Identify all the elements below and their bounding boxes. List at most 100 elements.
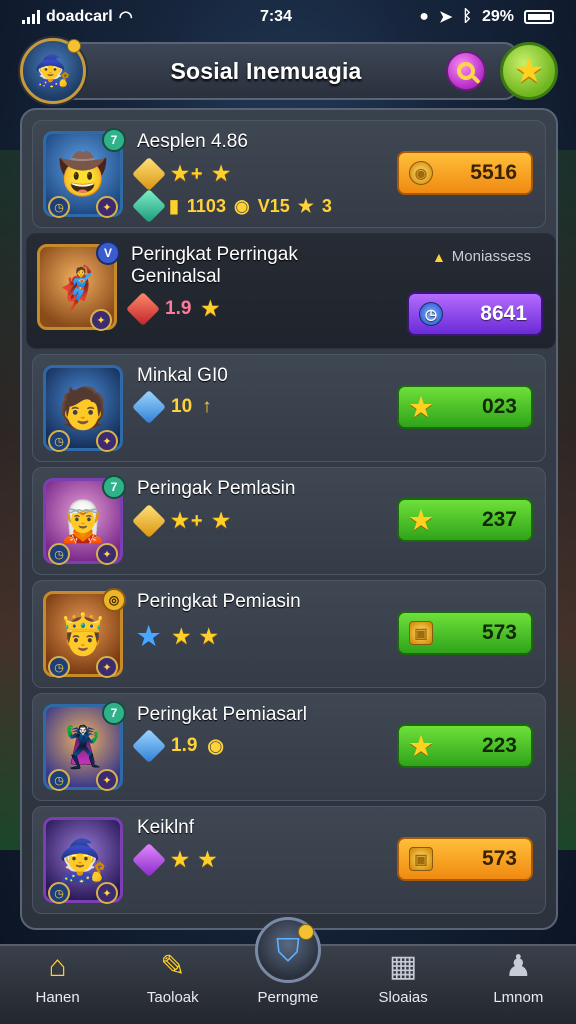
- favorites-button[interactable]: ★: [500, 42, 558, 100]
- gold-gem-icon: [132, 156, 166, 191]
- profile-icon: ♟: [504, 950, 532, 983]
- player-avatar: 🦸 V ✦: [37, 241, 120, 331]
- resource-count: 1103: [186, 195, 226, 216]
- score-button[interactable]: ▣ 573: [397, 611, 533, 655]
- hero-portrait-icon: 🧙: [34, 54, 72, 88]
- leaderboard-row-highlighted[interactable]: 🦸 V ✦ Peringkat Perringak Geninalsal 1.9…: [26, 233, 556, 349]
- star-icon: ★: [297, 195, 314, 216]
- carrier-label: doadcarl: [46, 8, 113, 25]
- level-badge-icon: 7: [102, 701, 126, 725]
- score-button[interactable]: ★ 237: [397, 498, 533, 542]
- score-button[interactable]: ◉ 5516: [397, 151, 533, 195]
- clock-badge-icon: ◷: [48, 882, 70, 904]
- star-icon: ★: [409, 391, 433, 422]
- header: 🧙 Sosial Inemuagia ★: [20, 38, 558, 104]
- hero-portrait-icon: 🧝: [58, 499, 108, 544]
- score-value: 573: [481, 621, 517, 644]
- star-icon: ★: [513, 52, 545, 90]
- camera-icon: ●: [419, 8, 429, 25]
- leaderboard-row[interactable]: 🧙 ◷ ✦ Keiklnf ★ ★ ▣ 573: [32, 806, 546, 914]
- player-avatar: 🤠 7 ◷ ✦: [43, 128, 126, 218]
- clock-badge-icon: ◷: [48, 656, 70, 678]
- player-name: Minkal GI0: [137, 365, 228, 386]
- player-name: Keiklnf: [137, 817, 195, 838]
- score-button[interactable]: ▣ 573: [397, 837, 533, 881]
- coin-icon: ◉: [207, 735, 225, 757]
- leaderboard-row[interactable]: 🤴 ◎ ◷ ✦ Peringkat Pemiasin ★ ★ ★ ▣ 573: [32, 580, 546, 688]
- hero-portrait-icon: 🧑: [58, 386, 108, 431]
- player-name: Aesplen 4.86: [137, 131, 248, 152]
- status-icons: ● ➤ ᛒ 29%: [419, 7, 554, 27]
- player-resources: ▮ 1103 ◉ V15 ★ 3: [132, 189, 533, 223]
- level-badge-icon: 7: [102, 128, 126, 152]
- status-bar: doadcarl ◠ 7:34 ● ➤ ᛒ 29%: [0, 0, 576, 34]
- blue-gem-icon: [132, 729, 166, 763]
- coin-icon: ◉: [233, 195, 250, 216]
- nav-ranking-label: Perngme: [257, 989, 319, 1006]
- gift-box-icon: ▣: [409, 847, 433, 871]
- clock-badge-icon: ◷: [48, 769, 70, 791]
- purple-gem-icon: [132, 842, 166, 877]
- clock-badge-icon: ◷: [48, 196, 70, 218]
- rating-star-icon: ★: [201, 298, 222, 320]
- leaderboard-row[interactable]: 🦹 7 ◷ ✦ Peringkat Pemiasarl 1.9 ◉ ★ 223: [32, 693, 546, 801]
- hero-portrait-icon: 🧙: [58, 838, 108, 883]
- search-icon: [457, 62, 475, 80]
- battery-icon: [524, 10, 554, 24]
- bluetooth-icon: ᛒ: [462, 8, 472, 25]
- clock: 7:34: [259, 8, 292, 25]
- search-button[interactable]: [446, 51, 486, 91]
- star-icon: ★: [409, 504, 433, 535]
- leaderboard-row[interactable]: 🧝 7 ◷ ✦ Peringak Pemlasin ★+ ★ ★ 237: [32, 467, 546, 575]
- player-name: Peringkat Pemiasin: [137, 591, 301, 612]
- score-value: 5516: [470, 161, 517, 184]
- level-badge-icon: 7: [102, 475, 126, 499]
- bottom-navigation: ⌂ Hanen ✎ Taoloak ⛉ Perngme ▦ Sloaias ♟ …: [0, 917, 576, 1024]
- player-avatar[interactable]: 🧙: [20, 38, 86, 104]
- score-value: 223: [481, 734, 517, 757]
- sword-badge-icon: ✦: [90, 309, 112, 331]
- nav-tasks[interactable]: ✎ Taoloak: [123, 950, 223, 1007]
- home-icon: ⌂: [48, 950, 67, 983]
- score-value: 8641: [480, 302, 527, 325]
- score-value: 237: [481, 508, 517, 531]
- level-badge-icon: V: [96, 241, 120, 265]
- lock-icon: ▲: [431, 248, 446, 265]
- player-avatar: 🦹 7 ◷ ✦: [43, 701, 126, 791]
- version-label: V15: [257, 195, 290, 216]
- leaderboard-panel: 🤠 7 ◷ ✦ Aesplen 4.86 ★+ ★ ▮ 1103 ◉ V15 ★…: [20, 108, 558, 930]
- quest-scroll-icon: ✎: [160, 950, 186, 983]
- nav-ranking[interactable]: ⛉ Perngme: [238, 917, 338, 1006]
- score-button[interactable]: ★ 223: [397, 724, 533, 768]
- nav-tasks-label: Taoloak: [146, 989, 199, 1006]
- gift-box-icon: ▣: [409, 621, 433, 645]
- nav-profile[interactable]: ♟ Lmnom: [468, 950, 568, 1007]
- map-icon: ▦: [388, 950, 418, 983]
- player-subtitle: Geninalsal: [131, 266, 221, 287]
- nav-home[interactable]: ⌂ Hanen: [8, 950, 108, 1007]
- nav-home-label: Hanen: [35, 989, 80, 1006]
- status-text: Moniassess: [451, 248, 531, 265]
- battery-percent: 29%: [481, 8, 514, 25]
- leaderboard-row[interactable]: 🧑 ◷ ✦ Minkal GI0 10 ↑ ★ 023: [32, 354, 546, 462]
- carrier-info: doadcarl ◠: [22, 7, 133, 27]
- score-button[interactable]: ◷ 8641: [407, 292, 543, 336]
- signal-icon: [22, 10, 40, 24]
- card-icon: ▮: [169, 195, 179, 216]
- stat-value: 1.9: [171, 735, 198, 756]
- page-title: Sosial Inemuagia: [170, 57, 362, 84]
- nav-social[interactable]: ▦ Sloaias: [353, 950, 453, 1007]
- player-avatar: 🧝 7 ◷ ✦: [43, 475, 126, 565]
- gold-gem-icon: [132, 503, 166, 538]
- hero-portrait-icon: 🤠: [58, 152, 108, 197]
- star-icon: ★: [409, 730, 433, 761]
- coin-icon: ◉: [409, 161, 433, 185]
- sword-badge-icon: ✦: [96, 543, 118, 565]
- hero-portrait-icon: 🦹: [58, 725, 108, 770]
- star-count: 3: [321, 195, 332, 216]
- score-button[interactable]: ★ 023: [397, 385, 533, 429]
- notification-dot-icon: [67, 39, 81, 53]
- leaderboard-row[interactable]: 🤠 7 ◷ ✦ Aesplen 4.86 ★+ ★ ▮ 1103 ◉ V15 ★…: [32, 120, 546, 228]
- rating-stars-icon: ★ ★: [171, 849, 219, 871]
- score-value: 573: [481, 847, 517, 870]
